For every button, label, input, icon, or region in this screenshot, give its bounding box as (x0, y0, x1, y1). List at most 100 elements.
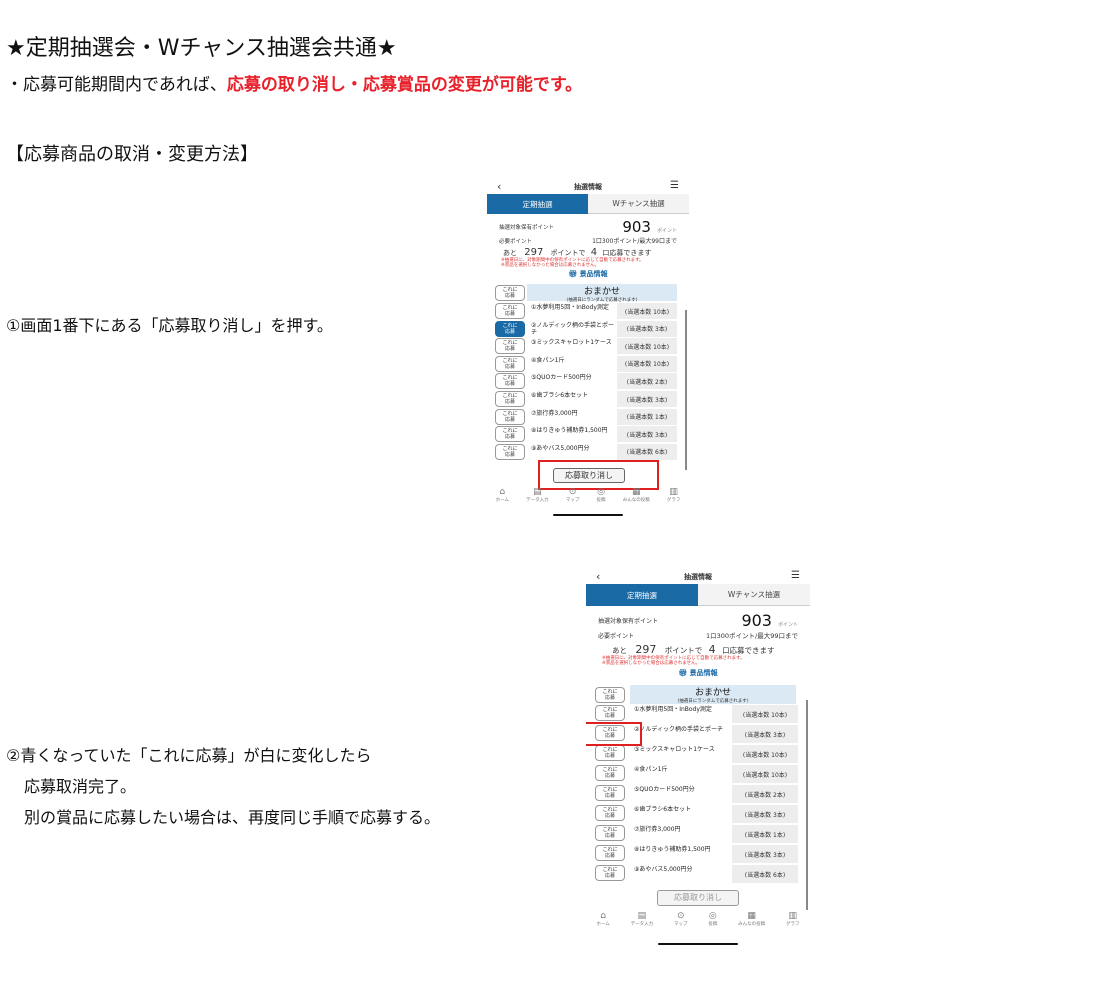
tab-w-chance-lottery[interactable]: Wチャンス抽選 (588, 194, 689, 214)
prize-info-label: 景品情報 (689, 669, 718, 677)
omakase-title: おまかせ (583, 287, 620, 297)
prize-name: ⑧はりきゅう補助券1,500円 (634, 846, 711, 853)
apply-label-2: 応募 (504, 328, 515, 335)
remain-value: 297 (635, 643, 657, 656)
apply-button[interactable]: これに 応募 (495, 320, 525, 337)
nav-item[interactable]: ▥ グラフ (667, 487, 681, 503)
nav-label: 投稿 (708, 922, 718, 927)
camera-icon: ◎ (708, 911, 717, 921)
apply-label-2: 応募 (604, 713, 615, 719)
nav-item[interactable]: ⌂ ホーム (596, 911, 609, 927)
apply-label-2: 応募 (504, 346, 515, 353)
prize-row: これに 応募 ⑦旅行券3,000円 (当選本数 1本) (586, 825, 810, 843)
apply-button-omakase[interactable]: これに 応募 (495, 285, 525, 301)
nav-item[interactable]: ⊙ マップ (674, 911, 688, 927)
apply-button[interactable]: これに 応募 (495, 373, 525, 390)
nav-label: マップ (565, 498, 580, 503)
nav-item[interactable]: ◎ 投稿 (597, 487, 606, 503)
hamburger-menu-icon[interactable]: ☰ (791, 570, 800, 581)
bar-chart-icon: ▥ (788, 911, 798, 921)
nav-item[interactable]: ⌂ ホーム (496, 487, 509, 503)
prize-count: (当選本数 1本) (732, 825, 798, 843)
apply-button[interactable]: これに 応募 (595, 705, 625, 721)
prize-name: ②ノルディック柄の手袋とポーチ (634, 726, 723, 733)
apply-button[interactable]: これに 応募 (595, 805, 625, 821)
prize-count: (当選本数 10本) (732, 745, 798, 763)
remain-value: 297 (524, 247, 544, 258)
apply-label-2: 応募 (504, 311, 515, 317)
nav-item[interactable]: ▤ データ入力 (526, 487, 549, 503)
points-label: 抽選対象保有ポイント (598, 618, 659, 625)
points-row: 抽選対象保有ポイント 903 ポイント (487, 218, 689, 236)
required-row: 必要ポイント 1口300ポイント/最大99口まで (487, 236, 689, 245)
apply-button[interactable]: これに 応募 (595, 865, 625, 881)
apply-label-2: 応募 (504, 363, 515, 370)
prize-count: (当選本数 10本) (617, 303, 677, 319)
points-value: 903 (741, 611, 772, 630)
apply-label-2: 応募 (504, 434, 515, 441)
nav-item[interactable]: ◎ 投稿 (708, 911, 717, 927)
nav-item[interactable]: ▥ グラフ (786, 911, 800, 927)
cancel-application-button[interactable]: 応募取り消し (657, 890, 739, 906)
apply-button[interactable]: これに 応募 (495, 303, 525, 319)
gift-icon: 🎁︎ (678, 669, 688, 677)
remain-suffix: 口応募できます (722, 646, 775, 655)
app-header: ‹ 抽選情報 ☰ (586, 570, 810, 584)
apply-button[interactable]: これに 応募 (495, 391, 525, 407)
nav-label: ホーム (596, 922, 610, 927)
apply-button[interactable]: これに 応募 (595, 765, 625, 781)
apply-button[interactable]: これに 応募 (495, 408, 525, 425)
home-indicator (658, 943, 738, 945)
prize-name: ⑤QUOカード500円分 (531, 374, 592, 382)
tab-regular-lottery[interactable]: 定期抽選 (586, 584, 698, 606)
bottom-nav: ⌂ ホーム ▤ データ入力 ⊙ マップ ◎ 投稿 ▦ みんなの投稿 ▥ グラフ (586, 911, 810, 927)
prize-row: これに 応募 ①水夢利用5回・InBody測定 (当選本数 10本) (586, 705, 810, 723)
omakase-title: おまかせ (694, 688, 731, 698)
page-heading: ★定期抽選会・Wチャンス抽選会共通★ (6, 36, 397, 61)
apply-button[interactable]: これに 応募 (495, 443, 525, 460)
prize-row: これに 応募 ③ミックスキャロット1ケース (当選本数 10本) (586, 745, 810, 763)
prize-row: これに 応募 ④食パン1斤 (当選本数 10本) (586, 765, 810, 783)
nav-label: マップ (673, 922, 688, 927)
nav-item[interactable]: ⊙ マップ (566, 487, 580, 503)
nav-item[interactable]: ▦ みんなの投稿 (623, 487, 650, 503)
tab-w-chance-lottery[interactable]: Wチャンス抽選 (698, 584, 810, 606)
points-row: 抽選対象保有ポイント 903 ポイント (586, 611, 810, 630)
scrollbar[interactable] (806, 700, 808, 910)
prize-count: (当選本数 2本) (617, 373, 677, 390)
prize-row: これに 応募 ⑤QUOカード500円分 (当選本数 2本) (487, 373, 689, 390)
nav-label: データ入力 (630, 922, 654, 927)
apply-button[interactable]: これに 応募 (595, 845, 625, 861)
tab-regular-lottery[interactable]: 定期抽選 (487, 194, 588, 214)
section-title: 【応募商品の取消・変更方法】 (6, 144, 258, 165)
apply-button-omakase[interactable]: これに 応募 (595, 687, 625, 703)
apply-button[interactable]: これに 応募 (595, 825, 625, 841)
step2-line1: ②青くなっていた「これに応募」が白に変化したら (6, 746, 372, 765)
apply-button[interactable]: これに 応募 (495, 426, 525, 443)
gift-icon: 🎁︎ (568, 270, 578, 278)
remain-count: 4 (708, 643, 716, 656)
bar-chart-icon: ▥ (669, 487, 678, 497)
nav-item[interactable]: ▦ みんなの投稿 (738, 911, 765, 927)
apply-button[interactable]: これに 応募 (495, 355, 525, 372)
apply-button[interactable]: これに 応募 (495, 338, 525, 355)
apply-button[interactable]: これに 応募 (595, 785, 625, 801)
apply-button[interactable]: これに 応募 (595, 745, 625, 761)
highlight-box (586, 722, 642, 746)
prize-name: ⑨あやバス5,000円分 (634, 866, 693, 873)
nav-item[interactable]: ▤ データ入力 (631, 911, 654, 927)
prize-count: (当選本数 3本) (732, 805, 798, 823)
apply-label-2: 応募 (604, 695, 615, 701)
apply-label-2: 応募 (504, 451, 515, 458)
apply-label-2: 応募 (604, 773, 615, 779)
scrollbar[interactable] (685, 310, 687, 470)
prize-row: これに 応募 ⑤QUOカード500円分 (当選本数 2本) (586, 785, 810, 803)
remain-row: あと 297 ポイントで 4 口応募できます (586, 643, 810, 656)
remain-mid: ポイントで (664, 646, 703, 655)
prize-name: ③ミックスキャロット1ケース (634, 746, 715, 753)
prize-count: (当選本数 2本) (732, 785, 798, 803)
prize-row: これに 応募 ⑧はりきゅう補助券1,500円 (当選本数 3本) (487, 426, 689, 443)
highlight-box (538, 460, 659, 490)
hamburger-menu-icon[interactable]: ☰ (670, 180, 679, 191)
prize-count: (当選本数 6本) (732, 865, 798, 883)
